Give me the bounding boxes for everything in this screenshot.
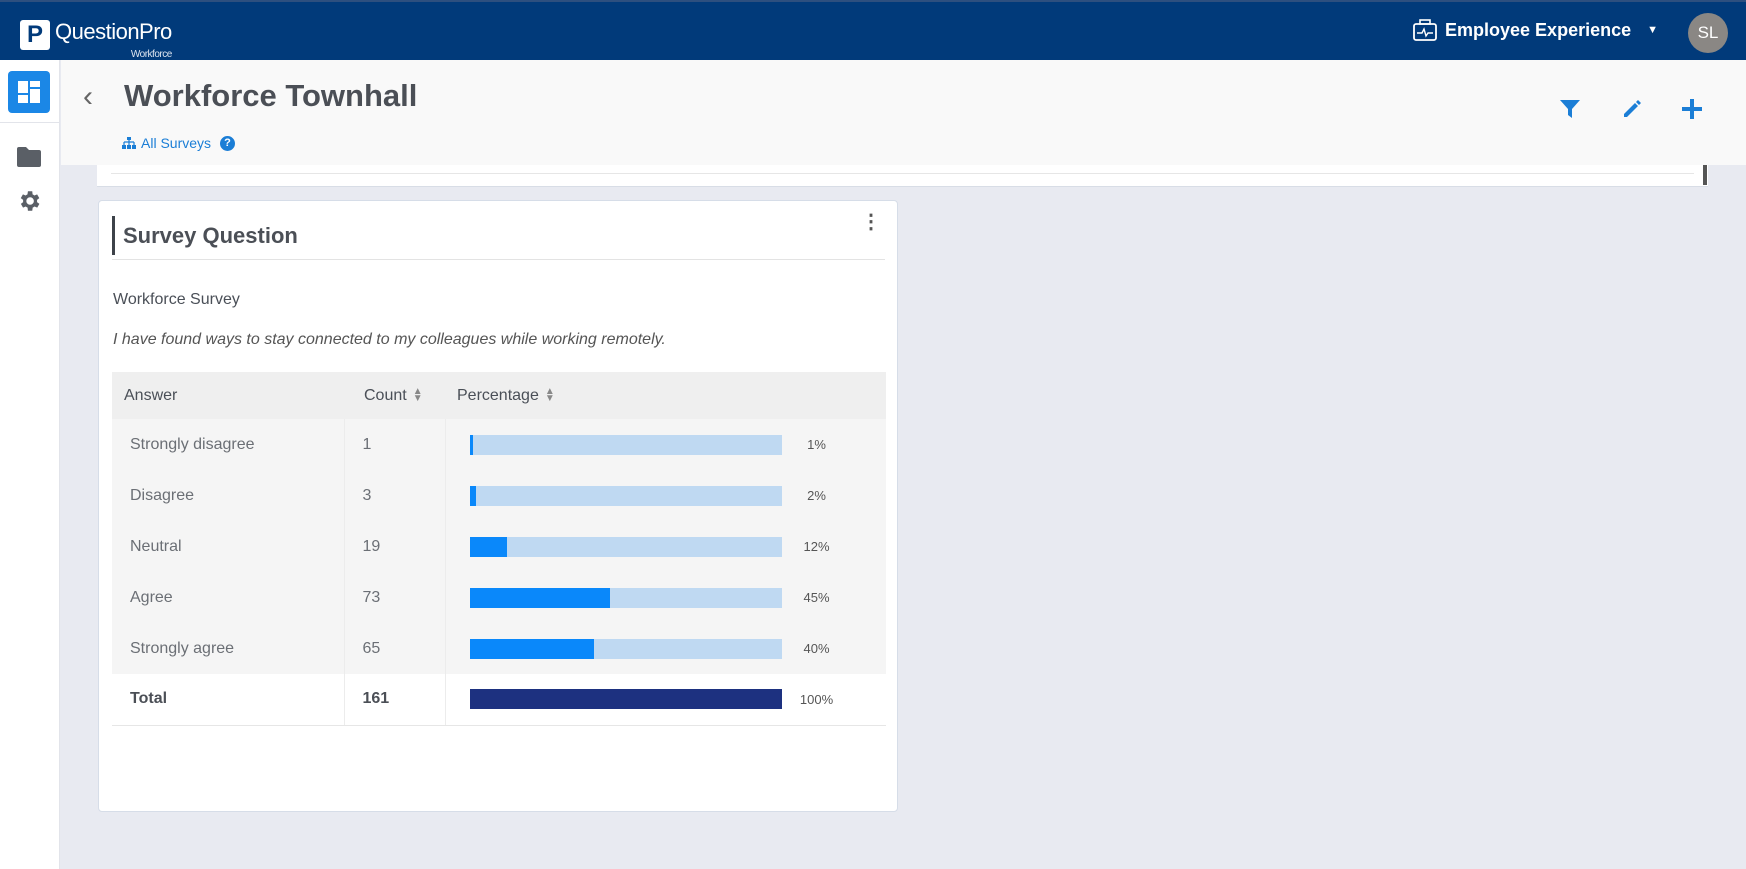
table-row: Strongly disagree 1 1% (112, 419, 886, 470)
percentage-value: 100% (799, 691, 834, 707)
table-row: Strongly agree 65 40% (112, 623, 886, 674)
page-title: Workforce Townhall (124, 78, 418, 113)
previous-widget-table (111, 165, 1694, 174)
column-answer: Answer (112, 372, 344, 419)
logo-mark: P (20, 20, 50, 50)
sort-icon[interactable]: ▲ ▼ (545, 387, 555, 404)
more-options-icon[interactable]: ⋮ (861, 212, 881, 232)
answer-cell: Total (112, 674, 344, 726)
logo-text: QuestionPro Workforce (55, 19, 172, 61)
percentage-bar-track (469, 587, 782, 608)
logo-name: QuestionPro (55, 19, 172, 44)
folder-icon (17, 147, 41, 167)
pencil-icon[interactable] (1621, 98, 1643, 120)
answer-cell: Agree (112, 572, 344, 623)
percentage-cell: 1% (444, 419, 886, 470)
sidebar (0, 60, 60, 869)
total-row: Total 161 100% (112, 674, 886, 726)
percentage-bar-track (469, 536, 782, 557)
percentage-bar-track (469, 638, 782, 659)
gear-icon (20, 191, 40, 211)
help-icon[interactable]: ? (220, 135, 236, 151)
breadcrumb-all-surveys[interactable]: All Surveys ? (122, 135, 236, 151)
table-row: Disagree 3 2% (112, 470, 886, 521)
widget-title: Survey Question (112, 216, 298, 255)
sidebar-item-folders[interactable] (8, 136, 50, 178)
percentage-bar-fill (469, 485, 476, 506)
count-cell: 3 (343, 470, 445, 521)
answer-cell: Neutral (112, 521, 344, 572)
scrollbar-thumb[interactable] (1703, 165, 1707, 185)
page-header: ‹ Workforce Townhall All Surveys ? (61, 60, 1746, 165)
count-cell: 161 (343, 674, 445, 726)
survey-question-widget: Survey Question ⋮ Workforce Survey I hav… (98, 200, 898, 812)
survey-name: Workforce Survey (113, 291, 240, 308)
filter-icon[interactable] (1559, 98, 1581, 120)
count-cell: 65 (343, 623, 445, 674)
count-cell: 1 (343, 419, 445, 470)
table-row: Neutral 19 12% (112, 521, 886, 572)
hierarchy-icon (122, 137, 136, 149)
percentage-bar-track (469, 485, 782, 506)
chevron-down-icon: ▼ (1647, 24, 1658, 36)
product-switcher[interactable]: Employee Experience ▼ (1413, 19, 1658, 41)
briefcase-pulse-icon (1413, 19, 1437, 41)
user-avatar[interactable]: SL (1688, 13, 1728, 53)
widget-divider (112, 259, 885, 260)
percentage-cell: 2% (444, 470, 886, 521)
product-name: Employee Experience (1445, 19, 1632, 40)
results-table: Answer Count ▲ ▼ Percentage ▲ ▼ Strongly dis… (112, 372, 886, 726)
column-answer-label: Answer (124, 386, 178, 404)
percentage-value: 12% (803, 539, 830, 554)
column-count[interactable]: Count ▲ ▼ (344, 372, 445, 419)
count-cell: 73 (343, 572, 445, 623)
count-cell: 19 (343, 521, 445, 572)
percentage-bar-track (469, 434, 782, 455)
column-percentage-label: Percentage (457, 386, 539, 404)
percentage-value: 2% (807, 488, 826, 503)
percentage-bar-track (469, 689, 782, 710)
dashboard-icon (18, 81, 40, 103)
sort-icon[interactable]: ▲ ▼ (413, 387, 423, 404)
percentage-bar-fill (469, 689, 782, 710)
percentage-cell: 40% (444, 623, 886, 674)
percentage-bar-fill (469, 536, 507, 557)
back-chevron-icon[interactable]: ‹ (83, 82, 93, 112)
question-text: I have found ways to stay connected to m… (113, 331, 666, 348)
sidebar-item-dashboard[interactable] (8, 71, 50, 113)
percentage-bar-fill (469, 587, 610, 608)
breadcrumb-label: All Surveys (141, 135, 212, 151)
top-navbar: P QuestionPro Workforce Employee Experien… (0, 0, 1746, 60)
percentage-cell: 45% (444, 572, 886, 623)
sidebar-divider (0, 122, 60, 123)
percentage-cell: 12% (444, 521, 886, 572)
previous-widget-card (97, 165, 1708, 187)
column-count-label: Count (364, 386, 407, 404)
percentage-bar-fill (469, 638, 595, 659)
answer-cell: Strongly agree (112, 623, 344, 674)
questionpro-logo[interactable]: P QuestionPro Workforce (20, 19, 172, 61)
column-percentage[interactable]: Percentage ▲ ▼ (445, 372, 886, 419)
percentage-value: 40% (803, 641, 830, 656)
answer-cell: Strongly disagree (112, 419, 344, 470)
table-row: Agree 73 45% (112, 572, 886, 623)
percentage-value: 1% (807, 437, 826, 452)
plus-icon[interactable] (1681, 98, 1703, 120)
answer-cell: Disagree (112, 470, 344, 521)
percentage-value: 45% (803, 590, 830, 605)
percentage-bar-fill (469, 434, 473, 455)
percentage-cell: 100% (444, 674, 886, 726)
sidebar-item-settings[interactable] (8, 180, 50, 222)
